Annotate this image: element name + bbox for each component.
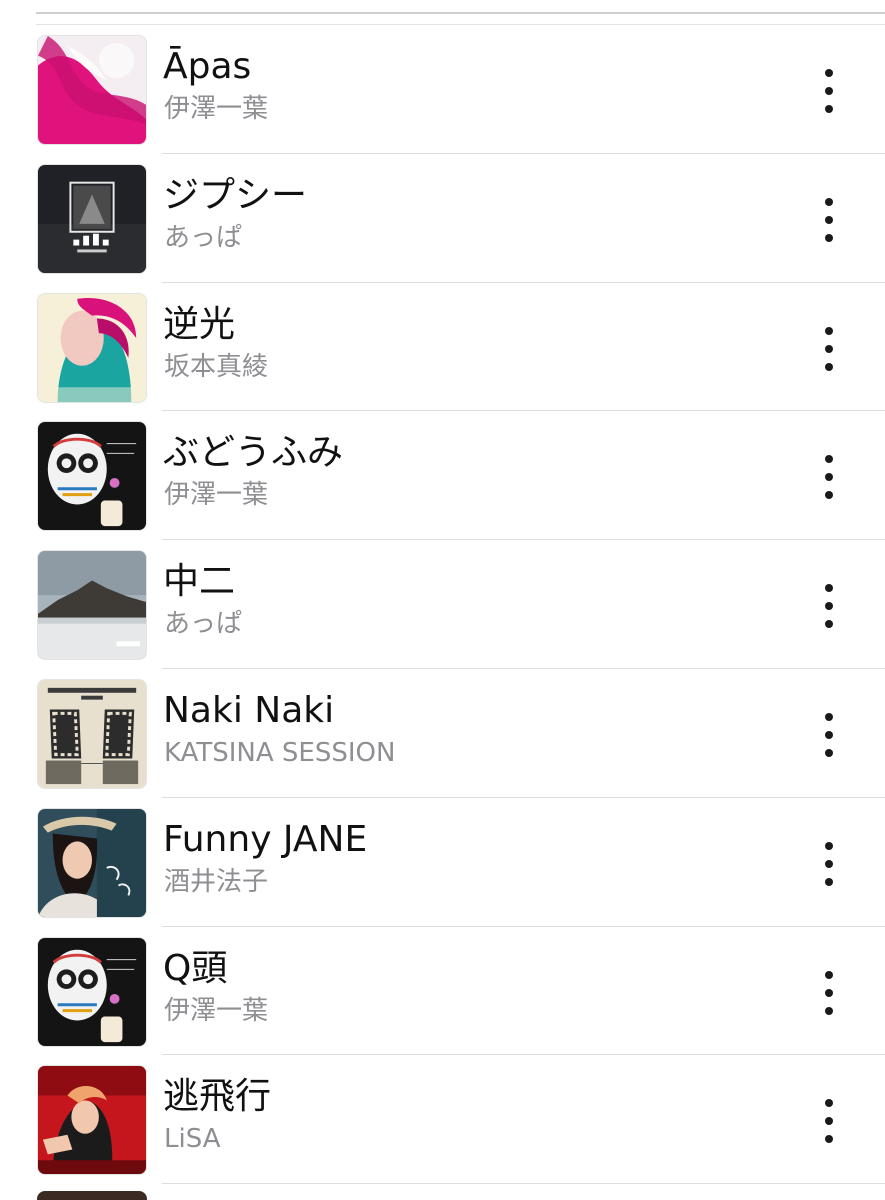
album-artwork [37, 163, 147, 274]
song-artist: あっぱ [164, 222, 243, 253]
album-artwork-partial [37, 1191, 147, 1200]
dot-icon [825, 455, 833, 464]
dot-icon [825, 344, 833, 353]
dot-icon [825, 620, 833, 629]
song-title: Āpas [163, 46, 252, 87]
song-row[interactable]: Āpas 伊澤一葉 [0, 25, 885, 154]
song-list: Āpas 伊澤一葉 ジプシー あっぱ 逆光 坂本真綾 ぶどうふみ 伊澤一葉 中二… [0, 25, 885, 1184]
more-options-button[interactable] [810, 970, 848, 1015]
song-title: Naki Naki [163, 689, 335, 731]
more-options-button[interactable] [810, 1099, 848, 1144]
song-artist: 伊澤一葉 [164, 995, 269, 1026]
dot-icon [825, 473, 833, 482]
dot-icon [825, 712, 833, 721]
song-title: Funny JANE [163, 818, 368, 860]
dot-icon [825, 859, 833, 868]
album-artwork [37, 292, 147, 403]
dot-icon [825, 69, 833, 77]
song-row[interactable]: ぶどうふみ 伊澤一葉 [0, 411, 885, 540]
song-artist: 酒井法子 [164, 866, 269, 897]
song-title: 逆光 [163, 303, 236, 345]
dot-icon [825, 1006, 833, 1015]
album-artwork [37, 807, 147, 918]
dot-icon [825, 87, 833, 95]
dot-icon [825, 105, 833, 113]
dot-icon [825, 1099, 833, 1108]
dot-icon [825, 326, 833, 335]
more-options-button[interactable] [810, 69, 848, 113]
song-row[interactable]: 逆光 坂本真綾 [0, 283, 885, 412]
song-row[interactable]: Funny JANE 酒井法子 [0, 798, 885, 927]
album-artwork [37, 35, 147, 145]
dot-icon [825, 841, 833, 850]
dot-icon [825, 1135, 833, 1144]
more-options-button[interactable] [810, 455, 848, 500]
dot-icon [825, 602, 833, 611]
more-options-button[interactable] [810, 712, 848, 757]
dot-icon [825, 970, 833, 979]
song-row[interactable]: Q頭 伊澤一葉 [0, 927, 885, 1056]
more-options-button[interactable] [810, 197, 848, 242]
album-artwork [37, 421, 147, 532]
song-row[interactable]: Naki Naki KATSINA SESSION [0, 669, 885, 798]
dot-icon [825, 748, 833, 757]
album-artwork [37, 936, 147, 1047]
song-artist: LiSA [164, 1124, 221, 1155]
song-artist: 伊澤一葉 [164, 480, 269, 511]
song-artist: あっぱ [164, 609, 243, 640]
song-row[interactable]: 逃飛行 LiSA [0, 1055, 885, 1184]
dot-icon [825, 197, 833, 206]
dot-icon [825, 877, 833, 886]
album-artwork [37, 550, 147, 661]
dot-icon [825, 988, 833, 997]
song-row[interactable]: 中二 あっぱ [0, 540, 885, 669]
dot-icon [825, 215, 833, 224]
song-title: Q頭 [163, 947, 228, 989]
album-artwork [37, 1065, 147, 1176]
dot-icon [825, 233, 833, 242]
album-artwork [37, 678, 147, 789]
song-title: 中二 [163, 561, 236, 603]
song-title: ぶどうふみ [163, 432, 344, 474]
dot-icon [825, 1117, 833, 1126]
more-options-button[interactable] [810, 584, 848, 629]
dot-icon [825, 584, 833, 593]
dot-icon [825, 491, 833, 500]
top-divider [36, 12, 885, 14]
song-title: 逃飛行 [163, 1076, 272, 1118]
song-row[interactable]: ジプシー あっぱ [0, 154, 885, 283]
song-title: ジプシー [163, 174, 308, 216]
dot-icon [825, 362, 833, 371]
more-options-button[interactable] [810, 841, 848, 886]
song-artist: 坂本真綾 [164, 351, 269, 382]
more-options-button[interactable] [810, 326, 848, 371]
song-artist: KATSINA SESSION [164, 737, 396, 768]
song-artist: 伊澤一葉 [164, 94, 269, 124]
dot-icon [825, 730, 833, 739]
